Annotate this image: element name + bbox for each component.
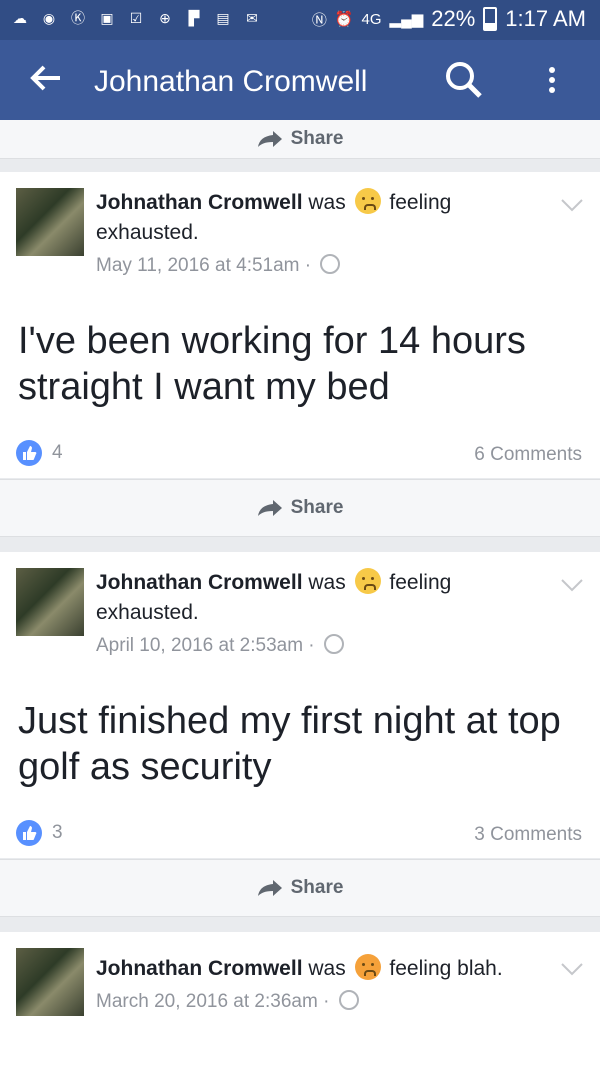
like-count[interactable]: 3	[16, 820, 63, 846]
share-arrow-icon	[257, 131, 282, 147]
battery-percent: 22%	[431, 6, 476, 31]
cloud-icon: ☁	[13, 10, 27, 26]
chevron-down-icon[interactable]	[560, 578, 584, 592]
author-name[interactable]: Johnathan Cromwell	[96, 191, 303, 214]
avatar[interactable]	[16, 188, 84, 256]
feeling-text: exhausted.	[96, 221, 199, 244]
back-arrow-icon[interactable]	[26, 58, 66, 106]
post-card: Johnathan Cromwell was feeling blah. Mar…	[0, 932, 600, 1067]
plus-circle-icon: ⊕	[159, 10, 171, 26]
battery-icon	[483, 7, 498, 31]
chevron-down-icon[interactable]	[560, 962, 584, 976]
like-count[interactable]: 4	[16, 440, 63, 466]
post-text: Just finished my first night at top golf…	[18, 700, 561, 788]
share-arrow-icon	[257, 500, 282, 516]
post-timestamp[interactable]: May 11, 2016 at 4:51am ·	[96, 254, 341, 277]
author-name[interactable]: Johnathan Cromwell	[96, 957, 303, 980]
signal-icon: ▂▄▆	[389, 11, 424, 28]
app-bar: Johnathan Cromwell	[0, 40, 600, 120]
nfc-icon: Ⓝ	[311, 11, 327, 29]
alarm-icon: ⏰	[334, 11, 354, 28]
search-icon[interactable]	[442, 58, 486, 102]
network-type: 4G	[361, 10, 382, 28]
directv-icon: ◉	[42, 10, 56, 26]
comments-link[interactable]: 6 Comments	[474, 444, 582, 466]
author-name[interactable]: Johnathan Cromwell	[96, 571, 303, 594]
page-title: Johnathan Cromwell	[94, 65, 368, 98]
share-arrow-icon	[257, 880, 282, 896]
globe-icon	[323, 634, 344, 654]
share-label: Share	[290, 128, 344, 149]
k-icon: Ⓚ	[71, 10, 85, 26]
globe-icon	[338, 990, 359, 1010]
post-card: Johnathan Cromwell was feeling exhausted…	[0, 172, 600, 478]
post-header: Johnathan Cromwell was feeling exhausted…	[96, 568, 516, 628]
exhausted-emoji-icon	[354, 568, 381, 594]
post-timestamp[interactable]: April 10, 2016 at 2:53am ·	[96, 634, 344, 657]
notification-icons: ☁ ◉ Ⓚ ▣ ☑ ⊕ ▛ ▤ ✉	[10, 8, 262, 28]
feeling-text: blah.	[457, 957, 503, 980]
more-options-icon[interactable]	[540, 58, 564, 102]
feeling-text: exhausted.	[96, 601, 199, 624]
status-bar: ☁ ◉ Ⓚ ▣ ☑ ⊕ ▛ ▤ ✉ Ⓝ ⏰ 4G ▂▄▆ 22% 1:17 AM	[0, 0, 600, 40]
thumbs-up-icon	[16, 820, 42, 846]
flipboard-icon: ▛	[188, 10, 200, 26]
status-right: Ⓝ ⏰ 4G ▂▄▆ 22% 1:17 AM	[312, 6, 586, 32]
share-button[interactable]: Share	[0, 859, 600, 917]
share-button[interactable]: Share	[0, 120, 600, 159]
blah-emoji-icon	[354, 954, 381, 980]
avatar[interactable]	[16, 948, 84, 1016]
post-header: Johnathan Cromwell was feeling blah.	[96, 954, 536, 984]
exhausted-emoji-icon	[354, 188, 381, 214]
mail-icon: ✉	[246, 10, 258, 26]
chevron-down-icon[interactable]	[560, 198, 584, 212]
post-card: Johnathan Cromwell was feeling exhausted…	[0, 552, 600, 858]
globe-icon	[320, 254, 341, 274]
post-text: I've been working for 14 hours straight …	[18, 320, 526, 408]
share-label: Share	[290, 877, 344, 898]
clock: 1:17 AM	[505, 6, 586, 31]
share-button[interactable]: Share	[0, 479, 600, 537]
post-header: Johnathan Cromwell was feeling exhausted…	[96, 188, 516, 248]
app-icon: ▤	[216, 10, 230, 26]
gallery-icon: ▣	[100, 10, 114, 26]
checkbox-icon: ☑	[129, 10, 143, 26]
thumbs-up-icon	[16, 440, 42, 466]
comments-link[interactable]: 3 Comments	[474, 824, 582, 846]
share-label: Share	[290, 497, 344, 518]
avatar[interactable]	[16, 568, 84, 636]
post-timestamp[interactable]: March 20, 2016 at 2:36am ·	[96, 990, 359, 1013]
